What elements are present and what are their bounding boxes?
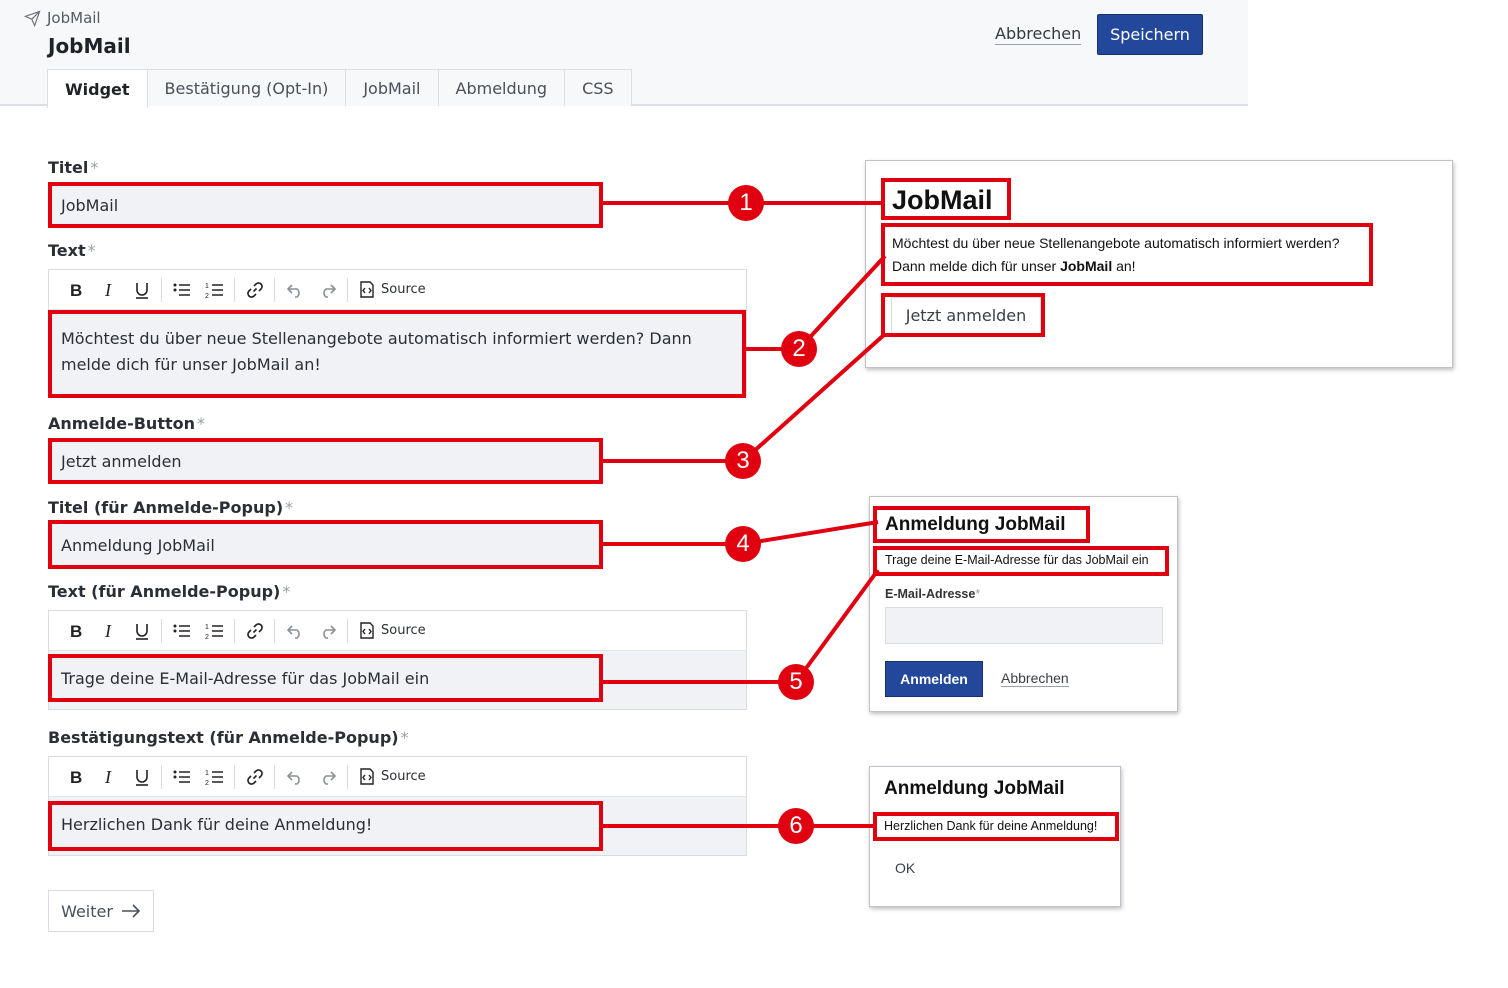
marker-1: 1 [728, 185, 764, 221]
marker-2: 2 [781, 331, 817, 367]
marker-4: 4 [725, 526, 761, 562]
highlight-text-editor [48, 310, 746, 398]
highlight-popup-preview-text [873, 546, 1169, 576]
connector-4b [742, 520, 879, 546]
highlight-title-input [48, 182, 603, 228]
highlight-widget-preview-text [881, 223, 1373, 286]
highlight-widget-preview-button [881, 293, 1045, 337]
highlight-popup-title-input [48, 520, 603, 569]
connector-2b [797, 254, 887, 351]
connector-5b [794, 568, 880, 684]
marker-3: 3 [725, 443, 761, 479]
marker-6: 6 [778, 808, 814, 844]
highlight-confirm-text-editor [48, 801, 603, 851]
highlight-popup-preview-title [873, 506, 1090, 543]
highlight-confirm-preview-text [873, 812, 1119, 841]
highlight-signup-button-input [48, 438, 603, 484]
highlight-widget-preview-title [881, 178, 1011, 220]
marker-5: 5 [778, 664, 814, 700]
highlight-popup-text-editor [48, 654, 603, 702]
